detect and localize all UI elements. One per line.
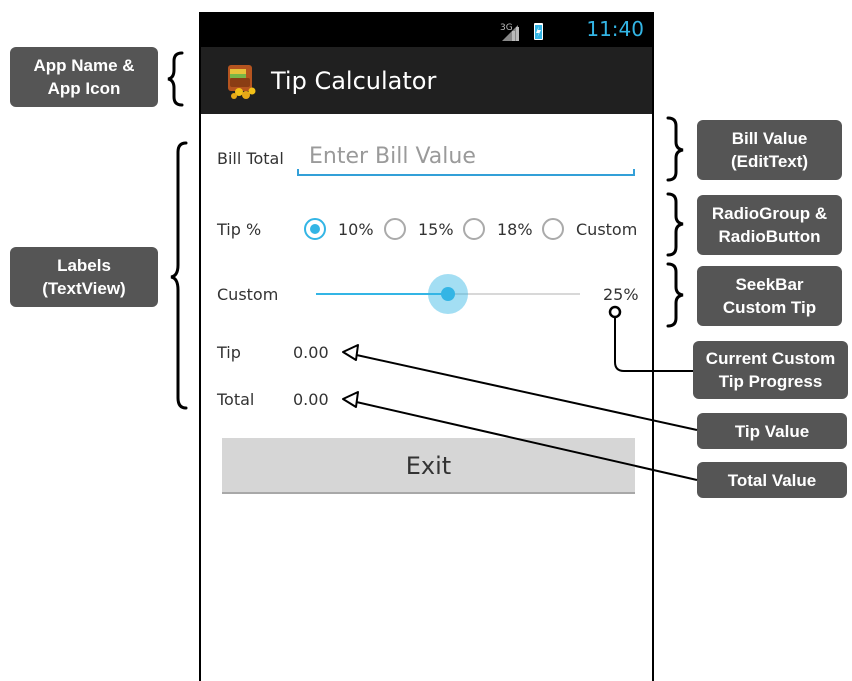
- connector-endpoint-circle: [608, 305, 622, 319]
- brace-app-name: [167, 51, 184, 107]
- brace-radio-group: [666, 192, 684, 257]
- arrow-head-tip-value: [342, 344, 359, 361]
- arrow-line-tip-value: [351, 353, 698, 431]
- arrow-head-total-value: [342, 391, 359, 408]
- arrow-line-total-value: [351, 400, 698, 481]
- connector-current-progress: [614, 317, 693, 372]
- annotation-overlay: [167, 51, 698, 481]
- brace-seekbar: [666, 262, 684, 328]
- brace-bill-value: [666, 116, 684, 182]
- brace-labels: [170, 141, 188, 410]
